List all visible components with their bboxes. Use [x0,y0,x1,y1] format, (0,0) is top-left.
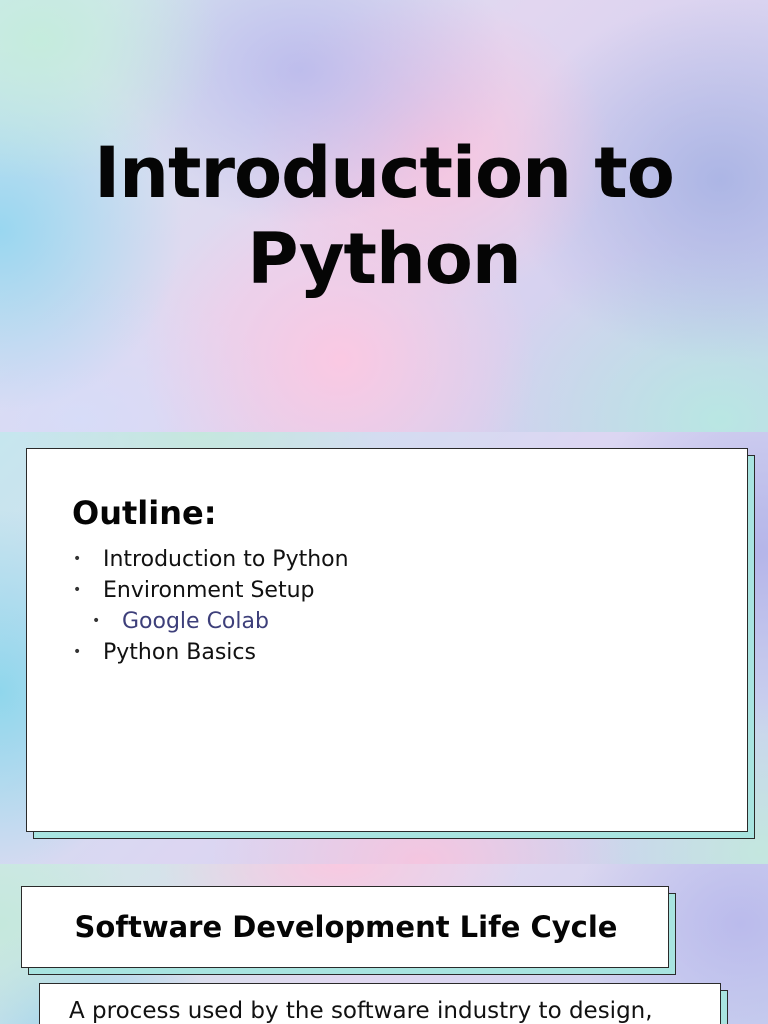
outline-card: Outline: • Introduction to Python • Envi… [26,448,748,832]
title-slide: Introduction to Python [0,0,768,432]
slide-title-line-1: Introduction to [94,132,675,214]
outline-heading: Outline: [72,494,217,532]
outline-slide: Outline: • Introduction to Python • Envi… [0,432,768,864]
outline-item-introduction: • Introduction to Python [71,544,349,575]
sdlc-description-box: A process used by the software industry … [39,983,721,1024]
slide-title-line-2: Python [247,218,521,300]
outline-item-label: Google Colab [122,609,269,634]
outline-list: • Introduction to Python • Environment S… [71,544,349,668]
bullet-icon: • [92,613,101,629]
slide-title: Introduction to Python [0,130,768,302]
bullet-icon: • [73,582,82,598]
sdlc-description: A process used by the software industry … [69,998,653,1024]
sdlc-slide: Software Development Life Cycle A proces… [0,864,768,1024]
outline-item-label: Environment Setup [103,578,315,603]
outline-item-environment-setup: • Environment Setup [71,575,349,606]
bullet-icon: • [73,551,82,567]
bullet-icon: • [73,644,82,660]
outline-item-python-basics: • Python Basics [71,637,349,668]
sdlc-heading-box: Software Development Life Cycle [21,886,669,968]
outline-item-label: Python Basics [103,640,256,665]
outline-subitem-google-colab: • Google Colab [71,606,349,637]
sdlc-heading: Software Development Life Cycle [74,910,618,944]
outline-item-label: Introduction to Python [103,547,349,572]
